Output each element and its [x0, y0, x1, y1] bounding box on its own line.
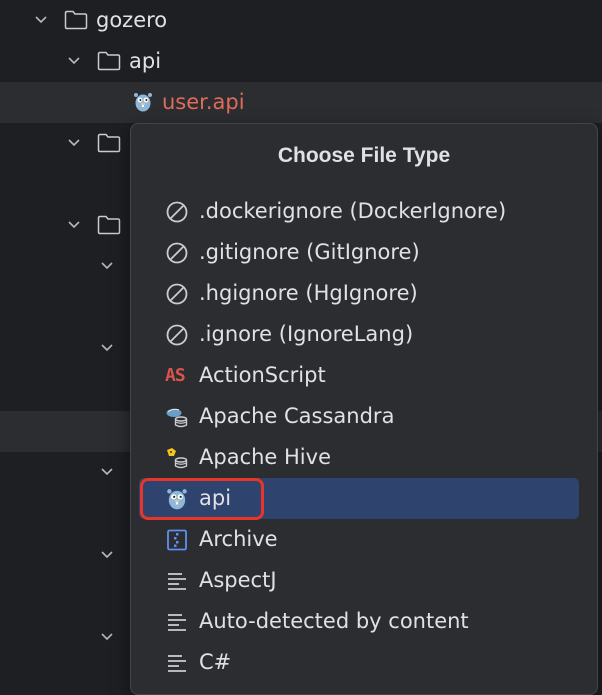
chevron-down-icon[interactable]: [99, 340, 115, 356]
file-type-label: .hgignore (HgIgnore): [199, 281, 418, 305]
chevron-down-icon[interactable]: [99, 547, 115, 563]
file-type-label: .dockerignore (DockerIgnore): [199, 199, 507, 223]
file-type-item[interactable]: .hgignore (HgIgnore): [139, 273, 579, 314]
text-icon: [168, 655, 186, 672]
tree-label: api: [129, 49, 162, 73]
tree-row-user-api[interactable]: user.api: [0, 82, 602, 123]
folder-icon: [97, 215, 121, 235]
file-type-item[interactable]: .dockerignore (DockerIgnore): [139, 191, 579, 232]
ignore-icon: [166, 242, 188, 264]
file-type-label: Archive: [199, 527, 278, 551]
file-type-item[interactable]: Apache Cassandra: [139, 396, 579, 437]
cassandra-icon: [166, 408, 188, 428]
tree-label: gozero: [96, 8, 168, 32]
folder-icon: [64, 10, 88, 30]
file-type-item[interactable]: Archive: [139, 519, 579, 560]
file-type-item[interactable]: Auto-detected by content: [139, 601, 579, 642]
file-type-label: .gitignore (GitIgnore): [199, 240, 420, 264]
file-type-label: Auto-detected by content: [199, 609, 469, 633]
file-type-label: Apache Hive: [199, 445, 331, 469]
chevron-down-icon[interactable]: [99, 629, 115, 645]
chevron-down-icon[interactable]: [99, 464, 115, 480]
file-type-label: Apache Cassandra: [199, 404, 395, 428]
chevron-down-icon[interactable]: [99, 258, 115, 274]
file-type-label: .ignore (IgnoreLang): [199, 322, 414, 346]
file-type-label: C#: [199, 650, 232, 674]
file-type-item[interactable]: AspectJ: [139, 560, 579, 601]
folder-icon: [97, 133, 121, 153]
file-type-item[interactable]: AS ActionScript: [139, 355, 579, 396]
highlight-annotation: [140, 478, 264, 520]
choose-file-type-popup: Choose File Type .dockerignore (DockerIg…: [130, 123, 598, 695]
file-type-item[interactable]: Apache Hive: [139, 437, 579, 478]
gopher-icon: [134, 93, 152, 112]
hive-icon: [167, 448, 188, 469]
tree-row-gozero[interactable]: gozero: [0, 0, 602, 41]
popup-title: Choose File Type: [277, 144, 451, 167]
chevron-down-icon[interactable]: [66, 53, 82, 69]
ignore-icon: [166, 201, 188, 223]
chevron-down-icon[interactable]: [66, 135, 82, 151]
actionscript-icon: AS: [165, 365, 186, 386]
text-icon: [168, 573, 186, 590]
ignore-icon: [166, 283, 188, 305]
file-type-label: ActionScript: [199, 363, 326, 387]
tree-label-modified: user.api: [162, 90, 245, 114]
chevron-down-icon[interactable]: [66, 217, 82, 233]
file-type-label: AspectJ: [199, 568, 277, 592]
file-type-item[interactable]: .gitignore (GitIgnore): [139, 232, 579, 273]
folder-icon: [97, 51, 121, 71]
file-type-item[interactable]: .ignore (IgnoreLang): [139, 314, 579, 355]
file-type-item[interactable]: C#: [139, 642, 579, 683]
ignore-icon: [166, 324, 188, 346]
tree-row-api[interactable]: api: [0, 41, 602, 82]
chevron-down-icon[interactable]: [33, 12, 49, 28]
text-icon: [168, 614, 186, 631]
archive-icon: [167, 529, 187, 551]
